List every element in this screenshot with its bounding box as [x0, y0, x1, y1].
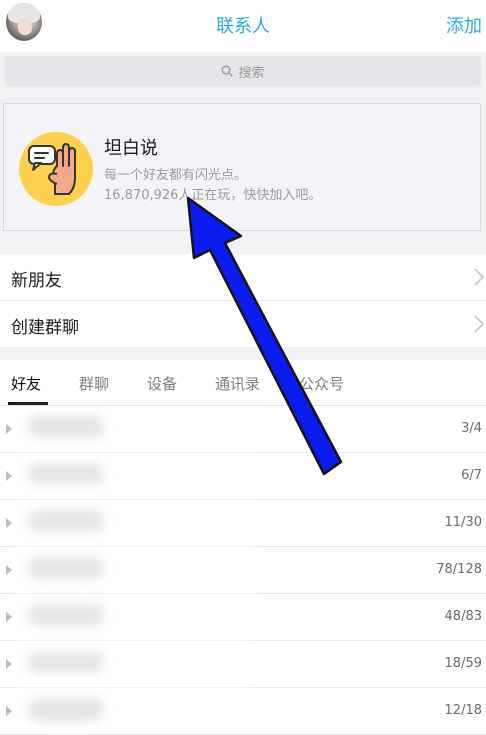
- card-player-count: 16,870,926人正在玩，快快加入吧。: [104, 188, 322, 203]
- card-subtitle: 每一个好友都有闪光点。: [104, 168, 248, 183]
- search-placeholder: 搜索: [238, 65, 265, 81]
- tanbaishuo-card[interactable]: 坦白说 每一个好友都有闪光点。 16,870,926人正在玩，快快加入吧。: [3, 103, 481, 231]
- group-online-count: 78/128: [436, 562, 482, 577]
- top-bar: 联系人 添加: [0, 0, 486, 52]
- search-icon: [221, 65, 233, 77]
- tab-friends[interactable]: 好友: [11, 373, 41, 394]
- group-online-count: 12/18: [444, 703, 482, 718]
- new-friends-label: 新朋友: [11, 271, 62, 291]
- group-online-count: 6/7: [461, 468, 482, 483]
- chevron-right-icon: [474, 268, 484, 286]
- create-group-chat-row[interactable]: 创建群聊: [0, 301, 486, 347]
- chevron-right-icon: [474, 315, 484, 333]
- search-bar[interactable]: 搜索: [5, 56, 481, 86]
- contact-tabs: 好友 群聊 设备 通讯录 公众号: [0, 360, 486, 406]
- group-online-count: 11/30: [444, 515, 482, 530]
- card-title: 坦白说: [104, 138, 158, 159]
- new-friends-row[interactable]: 新朋友: [0, 254, 486, 300]
- privacy-blur-overlay: [12, 410, 257, 722]
- tab-address-book[interactable]: 通讯录: [215, 373, 260, 394]
- group-online-count: 3/4: [461, 421, 482, 436]
- tab-devices[interactable]: 设备: [147, 373, 177, 394]
- group-online-count: 48/83: [444, 609, 482, 624]
- active-tab-indicator: [8, 402, 48, 405]
- tab-groups[interactable]: 群聊: [79, 373, 109, 394]
- create-group-chat-label: 创建群聊: [11, 318, 79, 338]
- tab-official-accounts[interactable]: 公众号: [299, 373, 344, 394]
- speech-bubble-hand-icon: [19, 132, 93, 206]
- page-title: 联系人: [216, 16, 270, 37]
- add-contact-button[interactable]: 添加: [446, 12, 482, 38]
- group-online-count: 18/59: [444, 656, 482, 671]
